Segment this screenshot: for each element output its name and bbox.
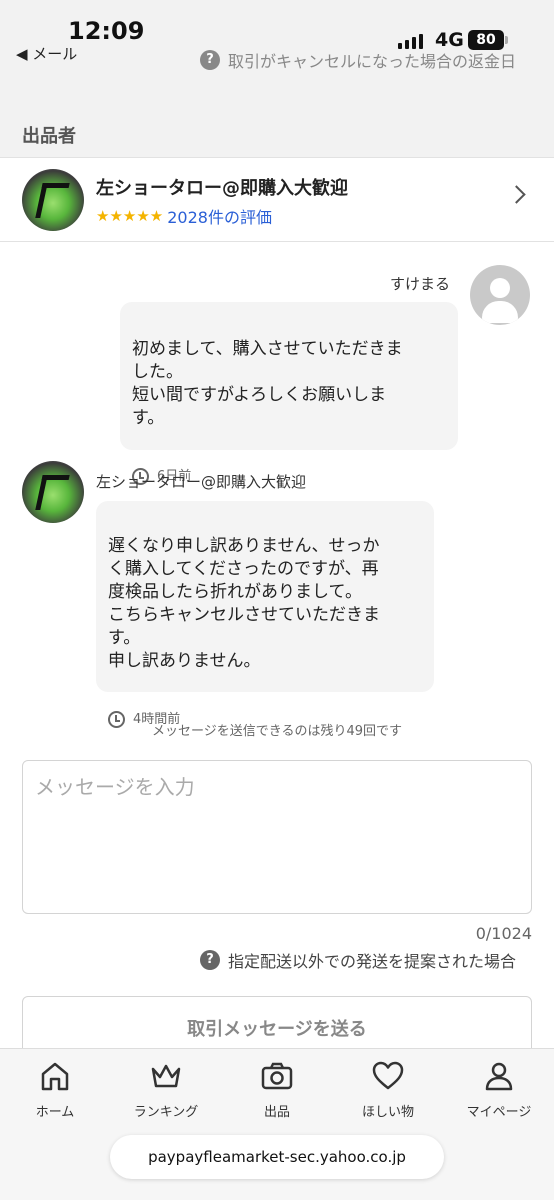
signal-icon xyxy=(398,34,423,49)
heart-icon xyxy=(333,1059,443,1093)
status-bar: 12:09 ◀ メール 4G 80 ? 取引がキャンセルになった場合の返金日 xyxy=(0,0,554,100)
tab-label: ホーム xyxy=(35,1105,75,1120)
tab-label: ほしい物 xyxy=(361,1105,414,1120)
seller-rating: ★★★★★ 2028件の評価 xyxy=(96,204,272,228)
seller-avatar xyxy=(22,169,84,231)
home-icon xyxy=(0,1059,110,1093)
battery-icon: 80 xyxy=(468,30,504,50)
message-text: 遅くなり申し訳ありません、せっか く購入してくださったのですが、再 度検品したら… xyxy=(108,536,380,671)
rating-stars-icon: ★★★★★ xyxy=(96,207,164,225)
tab-ranking[interactable]: ランキング xyxy=(111,1059,221,1120)
delivery-link-label: 指定配送以外での発送を提案された場合 xyxy=(228,952,517,971)
camera-icon xyxy=(222,1059,332,1093)
refund-link-label: 取引がキャンセルになった場合の返金日 xyxy=(228,52,517,71)
character-counter: 0/1024 xyxy=(475,924,532,943)
tab-label: マイページ xyxy=(466,1105,532,1120)
seller-message-avatar xyxy=(22,461,84,523)
message-sender-name: 左ショータロー@即購入大歓迎 xyxy=(96,473,307,491)
message-bubble: 遅くなり申し訳ありません、せっか く購入してくださったのですが、再 度検品したら… xyxy=(96,501,434,728)
chevron-right-icon xyxy=(507,185,526,204)
browser-url-bar[interactable]: paypayfleamarket-sec.yahoo.co.jp xyxy=(110,1135,444,1179)
tab-sell[interactable]: 出品 xyxy=(222,1059,332,1120)
seller-section-title: 出品者 xyxy=(22,126,76,147)
delivery-proposal-help-link[interactable]: ? 指定配送以外での発送を提案された場合 xyxy=(200,948,516,972)
refund-info-link[interactable]: ? 取引がキャンセルになった場合の返金日 xyxy=(200,48,516,72)
message-bubble: 初めまして、購入させていただきま した。 短い間ですがよろしくお願いしま す。 … xyxy=(120,302,458,485)
remaining-messages-note: メッセージを送信できるのは残り49回です xyxy=(151,724,403,739)
status-time: 12:09 xyxy=(68,17,145,45)
back-to-mail-link[interactable]: ◀ メール xyxy=(16,43,77,64)
tab-mypage[interactable]: マイページ xyxy=(444,1059,554,1120)
question-icon: ? xyxy=(200,950,220,970)
buyer-avatar xyxy=(470,265,530,325)
seller-name: 左ショータロー@即購入大歓迎 xyxy=(96,178,348,199)
battery-tip xyxy=(505,36,508,44)
seller-profile-row[interactable]: 左ショータロー@即購入大歓迎 ★★★★★ 2028件の評価 xyxy=(0,157,554,242)
question-icon: ? xyxy=(200,50,220,70)
tab-label: 出品 xyxy=(263,1105,290,1120)
tab-wishlist[interactable]: ほしい物 xyxy=(333,1059,443,1120)
tab-home[interactable]: ホーム xyxy=(0,1059,110,1120)
chat-area: すけまる 初めまして、購入させていただきま した。 短い間ですがよろしくお願いし… xyxy=(0,242,554,1056)
message-sender-name: すけまる xyxy=(390,275,451,293)
bottom-tab-bar: ホーム ランキング 出品 ほしい物 マイページ paypayfleamarket… xyxy=(0,1048,554,1200)
person-icon xyxy=(444,1059,554,1093)
tab-label: ランキング xyxy=(133,1105,199,1120)
rating-count-link[interactable]: 2028件の評価 xyxy=(167,204,272,228)
message-input[interactable] xyxy=(22,760,532,914)
message-text: 初めまして、購入させていただきま した。 短い間ですがよろしくお願いしま す。 xyxy=(132,339,403,428)
send-message-button[interactable]: 取引メッセージを送る xyxy=(22,996,532,1056)
crown-icon xyxy=(111,1059,221,1093)
